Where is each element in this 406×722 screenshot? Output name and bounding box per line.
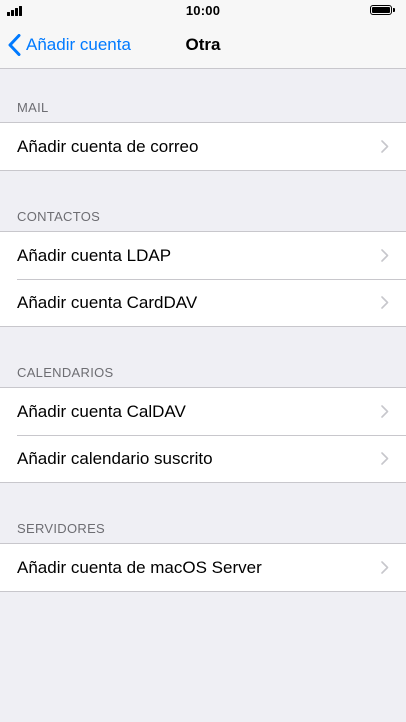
row-label: Añadir calendario suscrito <box>17 448 213 468</box>
section-group-servers: Añadir cuenta de macOS Server <box>0 543 406 592</box>
chevron-right-icon <box>381 140 389 153</box>
chevron-right-icon <box>381 405 389 418</box>
add-caldav-account-row[interactable]: Añadir cuenta CalDAV <box>0 388 406 435</box>
row-label: Añadir cuenta de macOS Server <box>17 557 262 577</box>
section-group-mail: Añadir cuenta de correo <box>0 122 406 171</box>
chevron-right-icon <box>381 452 389 465</box>
section-header-mail: MAIL <box>17 100 49 115</box>
status-bar: 10:00 <box>0 0 406 22</box>
chevron-right-icon <box>381 249 389 262</box>
page-title: Otra <box>185 35 221 54</box>
add-subscribed-calendar-row[interactable]: Añadir calendario suscrito <box>0 435 406 482</box>
section-header-contacts: CONTACTOS <box>17 209 101 224</box>
section-header-servers: SERVIDORES <box>17 521 106 536</box>
row-label: Añadir cuenta LDAP <box>17 245 172 265</box>
chevron-right-icon <box>381 561 389 574</box>
settings-list: MAIL Añadir cuenta de correo CONTACTOS A… <box>0 69 406 592</box>
chevron-right-icon <box>381 296 389 309</box>
section-group-calendars: Añadir cuenta CalDAV Añadir calendario s… <box>0 387 406 483</box>
row-label: Añadir cuenta de correo <box>17 136 199 156</box>
add-ldap-account-row[interactable]: Añadir cuenta LDAP <box>0 232 406 279</box>
row-label: Añadir cuenta CardDAV <box>17 292 198 312</box>
section-header-calendars: CALENDARIOS <box>17 365 114 380</box>
navigation-bar: Añadir cuenta Otra <box>0 22 406 69</box>
section-group-contacts: Añadir cuenta LDAP Añadir cuenta CardDAV <box>0 231 406 327</box>
add-macos-server-account-row[interactable]: Añadir cuenta de macOS Server <box>0 544 406 591</box>
add-mail-account-row[interactable]: Añadir cuenta de correo <box>0 123 406 170</box>
add-carddav-account-row[interactable]: Añadir cuenta CardDAV <box>0 279 406 326</box>
row-label: Añadir cuenta CalDAV <box>17 401 186 421</box>
status-time: 10:00 <box>185 3 221 18</box>
battery-full-icon <box>370 5 396 17</box>
